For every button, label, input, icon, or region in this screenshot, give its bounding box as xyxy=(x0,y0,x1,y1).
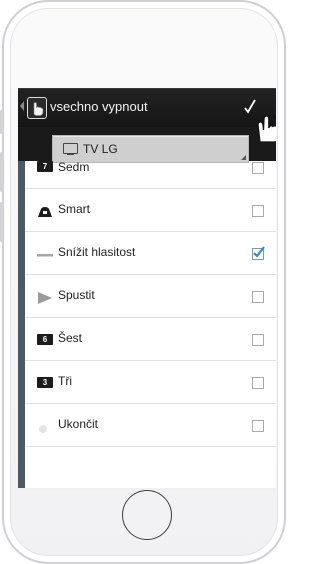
list-item[interactable]: Ukončit xyxy=(25,404,276,447)
list-item-label: Tři xyxy=(58,374,72,388)
volume-up-button xyxy=(0,152,3,192)
exit-icon xyxy=(37,420,53,433)
hand-pointer-icon[interactable] xyxy=(27,97,47,119)
mute-switch xyxy=(0,110,3,134)
app-title: vsechno vypnout xyxy=(50,99,148,114)
command-list: 7 Sedm Smart Snížit hlasitost Spustit 6 … xyxy=(18,160,276,447)
device-bar: TV LG xyxy=(18,127,276,163)
list-item[interactable]: Snížit hlasitost xyxy=(25,232,276,275)
number-badge-icon: 6 xyxy=(37,334,53,345)
list-item-checkbox[interactable] xyxy=(252,334,264,346)
list-item-checkbox[interactable] xyxy=(252,377,264,389)
tap-hand-icon xyxy=(257,114,276,143)
action-bar: vsechno vypnout xyxy=(18,89,276,127)
tv-icon xyxy=(63,143,78,155)
list-item-checkbox[interactable] xyxy=(252,420,264,432)
list-item[interactable]: 6 Šest xyxy=(25,318,276,361)
number-badge-icon: 7 xyxy=(37,161,53,172)
back-arrow-icon[interactable] xyxy=(20,101,24,111)
list-item-label: Smart xyxy=(58,202,91,216)
list-item-label: Šest xyxy=(58,331,83,345)
device-selector[interactable]: TV LG xyxy=(52,135,249,163)
list-item-label: Spustit xyxy=(58,288,95,302)
list-item[interactable]: Spustit xyxy=(25,275,276,318)
smart-icon xyxy=(37,205,53,217)
device-label: TV LG xyxy=(83,142,118,156)
list-item-label: Ukončit xyxy=(58,417,99,431)
list-item[interactable]: 7 Sedm xyxy=(25,160,276,189)
list-item[interactable]: 3 Tři xyxy=(25,361,276,404)
list-item-checkbox[interactable] xyxy=(252,246,265,260)
number-badge-icon: 3 xyxy=(37,377,53,388)
minus-icon xyxy=(37,248,53,259)
app-screen: vsechno vypnout TV LG 7 Sedm Smart Sníži… xyxy=(18,88,276,489)
list-item-checkbox[interactable] xyxy=(252,291,264,303)
list-item-checkbox[interactable] xyxy=(252,162,264,174)
volume-down-button xyxy=(0,202,3,242)
list-item-checkbox[interactable] xyxy=(252,205,264,217)
home-button[interactable] xyxy=(122,490,172,540)
list-item-label: Snížit hlasitost xyxy=(58,245,136,259)
play-icon xyxy=(37,291,53,304)
list-item[interactable]: Smart xyxy=(25,189,276,232)
list-item-label: Sedm xyxy=(58,160,90,174)
dropdown-corner-icon xyxy=(241,155,246,160)
